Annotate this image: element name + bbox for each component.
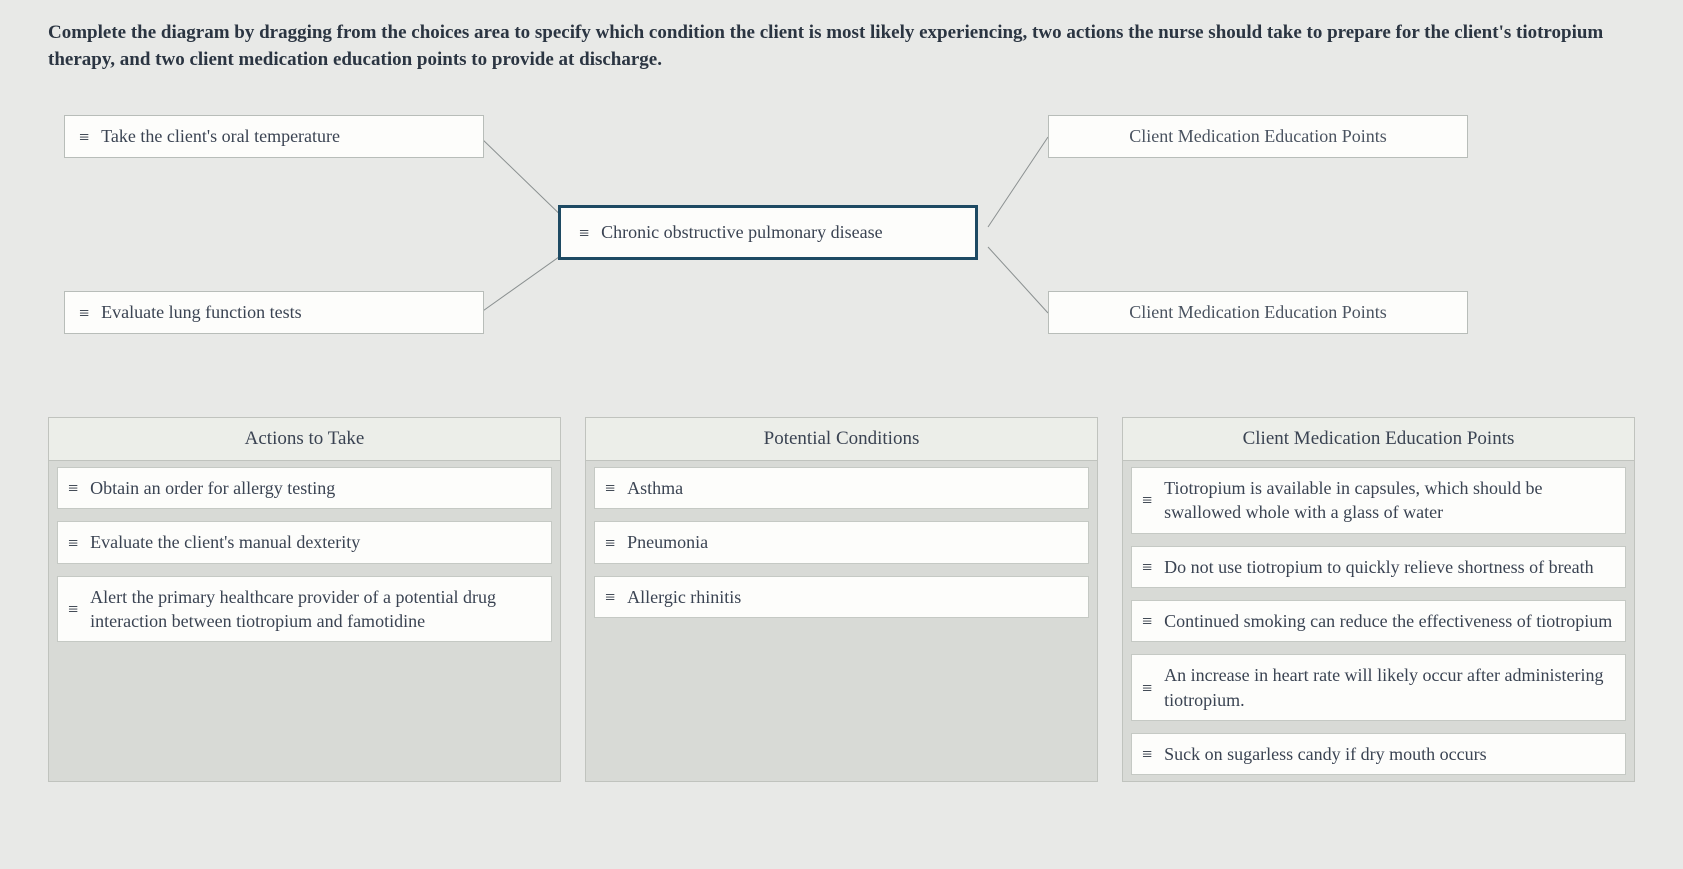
choice-education[interactable]: ≡ An increase in heart rate will likely …: [1131, 654, 1626, 721]
choice-label: Evaluate the client's manual dexterity: [90, 530, 541, 554]
action-slot-2-text: Evaluate lung function tests: [101, 302, 301, 323]
choice-label: Do not use tiotropium to quickly relieve…: [1164, 555, 1615, 579]
drag-handle-icon: ≡: [605, 588, 615, 606]
actions-choices-column: Actions to Take ≡ Obtain an order for al…: [48, 417, 561, 782]
education-column-header: Client Medication Education Points: [1123, 418, 1634, 461]
drag-handle-icon: ≡: [1142, 745, 1152, 763]
choice-condition[interactable]: ≡ Allergic rhinitis: [594, 576, 1089, 618]
choice-action[interactable]: ≡ Obtain an order for allergy testing: [57, 467, 552, 509]
action-slot-1-text: Take the client's oral temperature: [101, 126, 340, 147]
action-drop-slot-2[interactable]: ≡ Evaluate lung function tests: [64, 291, 484, 334]
choice-education[interactable]: ≡ Tiotropium is available in capsules, w…: [1131, 467, 1626, 534]
education-drop-slot-1[interactable]: Client Medication Education Points: [1048, 115, 1468, 158]
choices-area: Actions to Take ≡ Obtain an order for al…: [48, 417, 1635, 782]
drag-handle-icon: ≡: [68, 600, 78, 618]
actions-column-header: Actions to Take: [49, 418, 560, 461]
action-drop-slot-1[interactable]: ≡ Take the client's oral temperature: [64, 115, 484, 158]
choice-education[interactable]: ≡ Suck on sugarless candy if dry mouth o…: [1131, 733, 1626, 775]
conditions-choices-column: Potential Conditions ≡ Asthma ≡ Pneumoni…: [585, 417, 1098, 782]
choice-label: Allergic rhinitis: [627, 585, 1078, 609]
drag-handle-icon: ≡: [605, 534, 615, 552]
condition-drop-slot[interactable]: ≡ Chronic obstructive pulmonary disease: [558, 205, 978, 260]
question-instructions: Complete the diagram by dragging from th…: [48, 20, 1635, 73]
education-drop-slot-2[interactable]: Client Medication Education Points: [1048, 291, 1468, 334]
choice-label: An increase in heart rate will likely oc…: [1164, 663, 1615, 712]
conditions-column-header: Potential Conditions: [586, 418, 1097, 461]
drag-handle-icon: ≡: [1142, 558, 1152, 576]
education-slot-2-placeholder: Client Medication Education Points: [1129, 302, 1386, 323]
choice-label: Pneumonia: [627, 530, 1078, 554]
drag-handle-icon: ≡: [605, 479, 615, 497]
choice-action[interactable]: ≡ Alert the primary healthcare provider …: [57, 576, 552, 643]
choice-condition[interactable]: ≡ Asthma: [594, 467, 1089, 509]
bowtie-diagram: ≡ Take the client's oral temperature ≡ E…: [48, 97, 1635, 397]
drag-handle-icon: ≡: [68, 479, 78, 497]
drag-handle-icon: ≡: [1142, 491, 1152, 509]
choice-label: Continued smoking can reduce the effecti…: [1164, 609, 1615, 633]
choice-education[interactable]: ≡ Continued smoking can reduce the effec…: [1131, 600, 1626, 642]
drag-handle-icon: ≡: [1142, 679, 1152, 697]
education-slot-1-placeholder: Client Medication Education Points: [1129, 126, 1386, 147]
choice-label: Tiotropium is available in capsules, whi…: [1164, 476, 1615, 525]
choice-label: Suck on sugarless candy if dry mouth occ…: [1164, 742, 1615, 766]
drag-handle-icon: ≡: [1142, 612, 1152, 630]
choice-label: Alert the primary healthcare provider of…: [90, 585, 541, 634]
condition-slot-text: Chronic obstructive pulmonary disease: [601, 222, 882, 243]
choice-label: Obtain an order for allergy testing: [90, 476, 541, 500]
drag-handle-icon: ≡: [579, 224, 589, 242]
choice-condition[interactable]: ≡ Pneumonia: [594, 521, 1089, 563]
drag-handle-icon: ≡: [68, 534, 78, 552]
choice-label: Asthma: [627, 476, 1078, 500]
choice-education[interactable]: ≡ Do not use tiotropium to quickly relie…: [1131, 546, 1626, 588]
education-choices-column: Client Medication Education Points ≡ Tio…: [1122, 417, 1635, 782]
drag-handle-icon: ≡: [79, 304, 89, 322]
drag-handle-icon: ≡: [79, 128, 89, 146]
choice-action[interactable]: ≡ Evaluate the client's manual dexterity: [57, 521, 552, 563]
